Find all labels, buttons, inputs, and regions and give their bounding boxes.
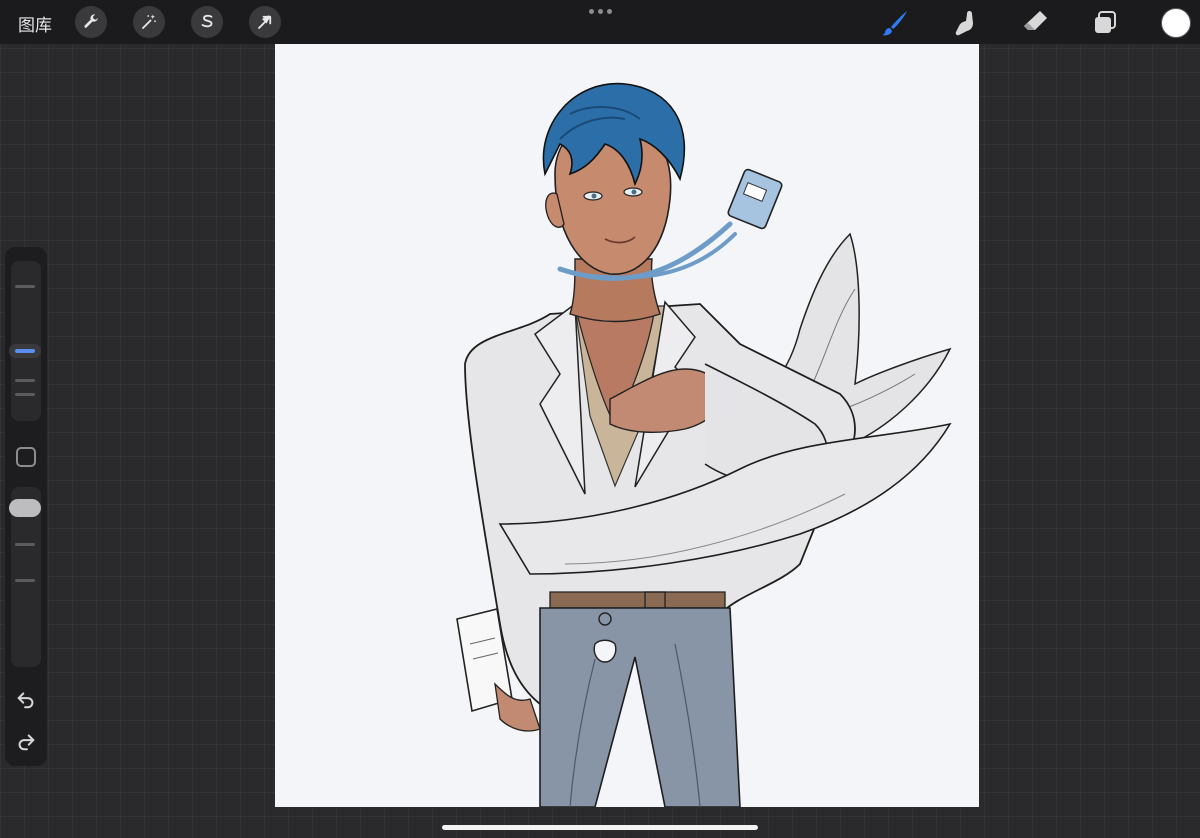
brush-tool-button[interactable] <box>878 6 912 40</box>
slider-tick <box>15 543 35 546</box>
undo-icon <box>17 692 34 709</box>
brush-size-handle[interactable] <box>9 344 41 358</box>
slider-tick <box>15 579 35 582</box>
selection-s-icon <box>201 14 213 28</box>
left-sidebar <box>5 247 47 766</box>
slider-tick <box>15 379 35 382</box>
more-options-icon[interactable] <box>589 9 612 14</box>
gallery-button[interactable]: 图库 <box>18 11 52 36</box>
layers-button[interactable] <box>1088 6 1122 40</box>
eraser-icon <box>1024 11 1047 30</box>
transform-button[interactable] <box>249 6 281 38</box>
opacity-handle[interactable] <box>9 499 41 517</box>
smudge-icon <box>955 11 973 36</box>
transform-arrow-icon <box>258 15 272 29</box>
brush-icon <box>882 11 907 36</box>
slider-tick <box>15 285 35 288</box>
color-picker-button[interactable] <box>1161 8 1191 38</box>
drawing-canvas[interactable] <box>275 44 979 807</box>
selection-button[interactable] <box>191 6 223 38</box>
eraser-tool-button[interactable] <box>1018 6 1052 40</box>
redo-icon <box>18 734 35 751</box>
undo-button[interactable] <box>14 687 38 711</box>
redo-button[interactable] <box>14 729 38 753</box>
smudge-tool-button[interactable] <box>948 6 982 40</box>
top-toolbar: 图库 <box>0 0 1200 44</box>
brush-size-slider[interactable] <box>11 261 41 421</box>
modify-button[interactable] <box>16 447 36 467</box>
layers-icon <box>1095 11 1116 33</box>
magic-wand-icon <box>142 14 156 29</box>
artwork-illustration <box>456 82 952 807</box>
slider-tick <box>15 393 35 396</box>
wrench-icon <box>84 14 98 28</box>
actions-button[interactable] <box>75 6 107 38</box>
adjustments-button[interactable] <box>133 6 165 38</box>
home-indicator[interactable] <box>442 825 758 830</box>
